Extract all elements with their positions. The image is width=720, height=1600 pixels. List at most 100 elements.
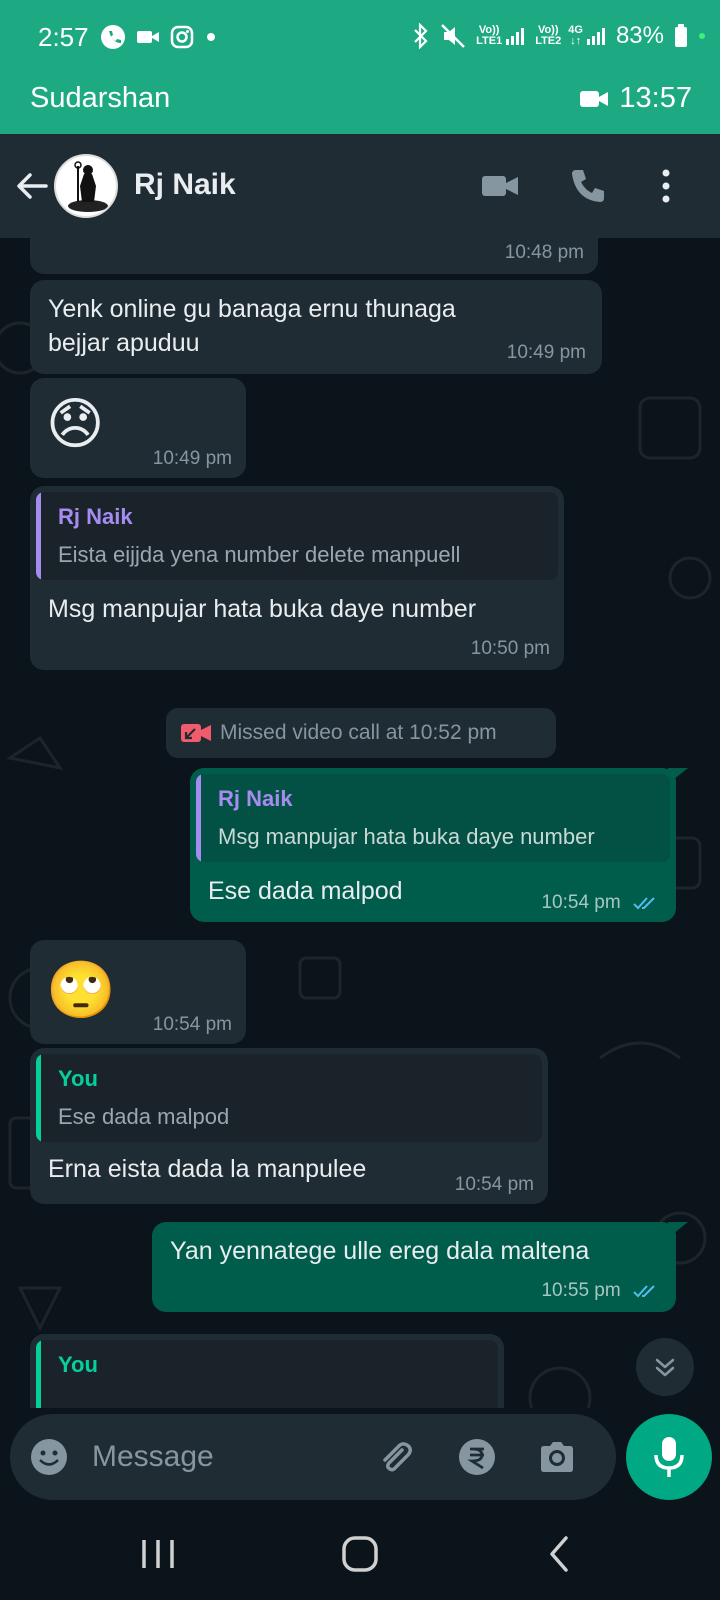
message-time: 10:49 pm <box>506 342 586 363</box>
avatar-figure-icon <box>68 161 108 212</box>
message-input-placeholder: Message <box>92 1440 214 1473</box>
message-meta: 10:54 pm <box>541 892 660 914</box>
message-bubble-incoming-reply[interactable]: You <box>30 1334 504 1408</box>
voice-call-button[interactable] <box>568 166 608 206</box>
message-bubble-incoming[interactable]: Yenk online gu banaga ernu thunaga bejja… <box>30 280 602 374</box>
message-meta: 10:55 pm <box>541 1280 660 1302</box>
chat-messages[interactable]: 10:48 pm Yenk online gu banaga ernu thun… <box>0 238 720 1408</box>
quoted-message[interactable]: Rj Naik Msg manpujar hata buka daye numb… <box>196 774 670 862</box>
message-bubble-incoming[interactable]: 🙄 10:54 pm <box>30 940 246 1044</box>
quoted-message[interactable]: Rj Naik Eista eijjda yena number delete … <box>36 492 558 580</box>
sim1-label: LTE1 <box>476 35 503 47</box>
call-duration-group: 13:57 <box>579 82 692 115</box>
instagram-icon <box>170 25 194 49</box>
signal-icon <box>586 28 605 45</box>
scroll-to-bottom-button[interactable] <box>636 1338 694 1396</box>
voice-message-button[interactable] <box>626 1414 712 1500</box>
message-bubble-outgoing-reply[interactable]: Rj Naik Msg manpujar hata buka daye numb… <box>190 768 688 922</box>
charging-dot-icon <box>699 33 705 39</box>
pensive-face-emoji: 😞 <box>46 392 105 455</box>
status-bar: 2:57 Vo)) LTE1 Vo)) LTE2 4G ↓↑ 83% <box>0 0 720 72</box>
message-bubble-incoming-reply[interactable]: Rj Naik Eista eijjda yena number delete … <box>30 486 564 670</box>
back-nav-icon[interactable] <box>538 1532 582 1576</box>
home-icon[interactable] <box>338 1532 382 1576</box>
missed-video-call-icon <box>181 724 211 742</box>
back-arrow-icon[interactable] <box>14 168 50 204</box>
message-time: 10:54 pm <box>541 892 621 913</box>
message-composer: Message <box>0 1408 720 1508</box>
missed-call-text: Missed video call at 10:52 pm <box>220 721 497 744</box>
video-call-button[interactable] <box>480 166 520 206</box>
quote-sender: You <box>58 1066 98 1091</box>
quote-sender: You <box>58 1352 98 1377</box>
quote-text: Ese dada malpod <box>58 1104 230 1129</box>
message-input-field[interactable]: Message <box>10 1414 616 1500</box>
recent-apps-icon[interactable] <box>136 1532 180 1576</box>
video-call-icon <box>580 90 609 107</box>
sim2-indicator: Vo)) LTE2 4G ↓↑ <box>535 25 606 47</box>
top-banner: 2:57 Vo)) LTE1 Vo)) LTE2 4G ↓↑ 83% Sudars <box>0 0 720 134</box>
data-arrows-icon: ↓↑ <box>570 35 582 47</box>
message-time: 10:49 pm <box>152 448 232 469</box>
more-options-icon[interactable] <box>646 166 686 206</box>
bluetooth-icon <box>414 23 428 49</box>
quote-accent-bar <box>36 492 41 580</box>
status-right-icons: Vo)) LTE1 Vo)) LTE2 4G ↓↑ 83% <box>412 22 706 50</box>
ongoing-call-banner[interactable]: Sudarshan 13:57 <box>0 72 720 134</box>
message-time: 10:55 pm <box>541 1280 621 1301</box>
quoted-message[interactable]: You <box>36 1340 498 1408</box>
call-duration: 13:57 <box>619 82 692 114</box>
missed-call-notice[interactable]: Missed video call at 10:52 pm <box>166 708 556 758</box>
quote-sender: Rj Naik <box>218 786 293 811</box>
quote-accent-bar <box>196 774 201 862</box>
message-text-line: bejjar apuduu <box>48 329 200 357</box>
message-text: Erna eista dada la manpulee <box>48 1155 367 1183</box>
quote-accent-bar <box>36 1340 41 1408</box>
mute-icon <box>441 24 465 48</box>
read-receipt-icon <box>633 1285 655 1298</box>
whatsapp-call-icon <box>101 25 125 49</box>
status-time: 2:57 <box>38 22 89 52</box>
message-bubble-incoming[interactable]: 10:48 pm <box>30 238 598 274</box>
quote-accent-bar <box>36 1054 41 1142</box>
system-navigation-bar <box>0 1508 720 1600</box>
message-text: Ese dada malpod <box>208 877 403 905</box>
quote-text: Msg manpujar hata buka daye number <box>218 824 595 849</box>
message-time: 10:48 pm <box>504 242 584 263</box>
battery-percent: 83% <box>615 22 664 49</box>
chat-header: Rj Naik <box>0 134 720 238</box>
quote-text: Eista eijjda yena number delete manpuell <box>58 542 461 567</box>
message-time: 10:54 pm <box>152 1014 232 1035</box>
double-chevron-down-icon <box>655 1358 675 1377</box>
message-text: Yenk online gu banaga ernu thunaga bejja… <box>48 292 456 360</box>
attach-icon[interactable] <box>374 1436 416 1478</box>
read-receipt-icon <box>633 897 655 910</box>
sim2-label: LTE2 <box>535 35 562 47</box>
contact-name[interactable]: Rj Naik <box>134 168 236 202</box>
message-time: 10:50 pm <box>470 638 550 659</box>
message-bubble-outgoing[interactable]: Yan yennatege ulle ereg dala maltena 10:… <box>152 1222 688 1312</box>
status-left-icons <box>100 24 218 50</box>
message-text: Msg manpujar hata buka daye number <box>48 595 477 623</box>
message-bubble-incoming-reply[interactable]: You Ese dada malpod Erna eista dada la m… <box>30 1048 548 1204</box>
message-time: 10:54 pm <box>454 1174 534 1195</box>
video-status-icon <box>137 31 159 43</box>
microphone-icon <box>654 1437 684 1477</box>
dot-icon <box>207 33 215 41</box>
quoted-message[interactable]: You Ese dada malpod <box>36 1054 542 1142</box>
message-text: Yan yennatege ulle ereg dala maltena <box>170 1237 590 1265</box>
quote-sender: Rj Naik <box>58 504 133 529</box>
message-bubble-incoming[interactable]: 😞 10:49 pm <box>30 378 246 478</box>
signal-icon <box>506 28 525 45</box>
bubble-tail <box>668 1222 688 1238</box>
rolling-eyes-emoji: 🙄 <box>46 958 116 1021</box>
message-text-line: Yenk online gu banaga ernu thunaga <box>48 295 456 323</box>
bubble-tail <box>668 768 688 784</box>
payment-rupee-icon[interactable] <box>456 1436 498 1478</box>
battery-icon <box>675 24 687 47</box>
camera-icon[interactable] <box>536 1436 578 1478</box>
emoji-icon[interactable] <box>28 1436 70 1478</box>
avatar[interactable] <box>54 154 118 218</box>
call-caller-name: Sudarshan <box>30 82 171 114</box>
sim1-indicator: Vo)) LTE1 <box>476 25 525 47</box>
